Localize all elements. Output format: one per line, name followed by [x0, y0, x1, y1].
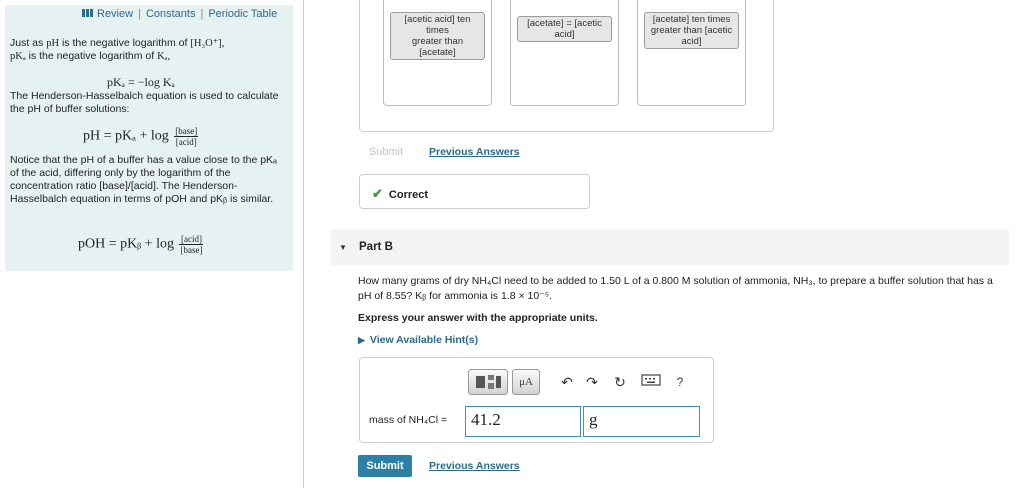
drop-bin-2[interactable]: [acetate] = [acetic acid] — [510, 0, 619, 106]
part-b-header[interactable]: ▼ Part B — [331, 229, 1009, 265]
reset-icon[interactable]: ↻ — [611, 372, 629, 392]
poh-equation: pOH = pKᵦ + log [acid] [base] — [78, 234, 204, 255]
part-a-previous-answers-link[interactable]: Previous Answers — [429, 146, 520, 158]
view-hints-link[interactable]: ▶ View Available Hint(s) — [358, 334, 478, 346]
part-b-question: How many grams of dry NH₄Cl need to be a… — [358, 275, 993, 302]
constants-link[interactable]: Constants — [146, 8, 196, 20]
review-link[interactable]: Review — [97, 8, 133, 20]
resource-links: Review | Constants | Periodic Table — [82, 8, 277, 20]
answer-instruction: Express your answer with the appropriate… — [358, 312, 598, 324]
units-button[interactable]: μA — [512, 369, 540, 395]
part-a-submit-button[interactable]: Submit — [359, 142, 413, 162]
drop-bin-1[interactable]: [acetic acid] ten times greater than [ac… — [383, 0, 492, 106]
chip-acetic-ten-times[interactable]: [acetic acid] ten times greater than [ac… — [390, 12, 485, 60]
mass-value-input[interactable]: 41.2 — [465, 406, 581, 437]
expand-arrow-icon: ▶ — [358, 335, 365, 345]
ph-equation: pH = pKₐ + log [base] [acid] — [83, 126, 199, 147]
intro-paragraph: Just as pH is the negative logarithm of … — [10, 37, 225, 62]
henderson-paragraph: The Henderson-Hasselbalch equation is us… — [10, 90, 279, 115]
pka-equation: pKₐ = −log Kₐ — [107, 75, 175, 89]
drop-bin-3[interactable]: [acetate] ten times greater than [acetic… — [637, 0, 746, 106]
mass-unit-input[interactable]: g — [583, 406, 700, 437]
help-icon[interactable]: ? — [671, 372, 689, 392]
answer-label: mass of NH₄Cl = — [369, 414, 448, 426]
notice-paragraph: Notice that the pH of a buffer has a val… — [10, 154, 277, 205]
review-icon — [82, 9, 93, 17]
undo-icon[interactable]: ↶ — [558, 372, 576, 392]
collapse-triangle-icon[interactable]: ▼ — [339, 243, 347, 252]
chip-equal[interactable]: [acetate] = [acetic acid] — [517, 16, 612, 42]
sorting-area: [acetic acid] ten times greater than [ac… — [359, 0, 774, 132]
templates-icon — [476, 375, 501, 389]
panel-divider — [303, 0, 304, 488]
part-b-previous-answers-link[interactable]: Previous Answers — [429, 460, 520, 472]
templates-button[interactable] — [468, 369, 508, 395]
keyboard-icon[interactable] — [640, 372, 662, 392]
check-icon: ✔ — [372, 186, 383, 201]
answer-box: μA ↶ ↷ ↻ ? mass of NH₄Cl = 41.2 g — [359, 357, 714, 443]
chip-acetate-ten-times[interactable]: [acetate] ten times greater than [acetic… — [644, 12, 739, 49]
periodic-table-link[interactable]: Periodic Table — [208, 8, 277, 20]
part-b-submit-button[interactable]: Submit — [358, 455, 412, 477]
redo-icon[interactable]: ↷ — [583, 372, 601, 392]
feedback-correct: ✔ Correct — [359, 174, 590, 209]
